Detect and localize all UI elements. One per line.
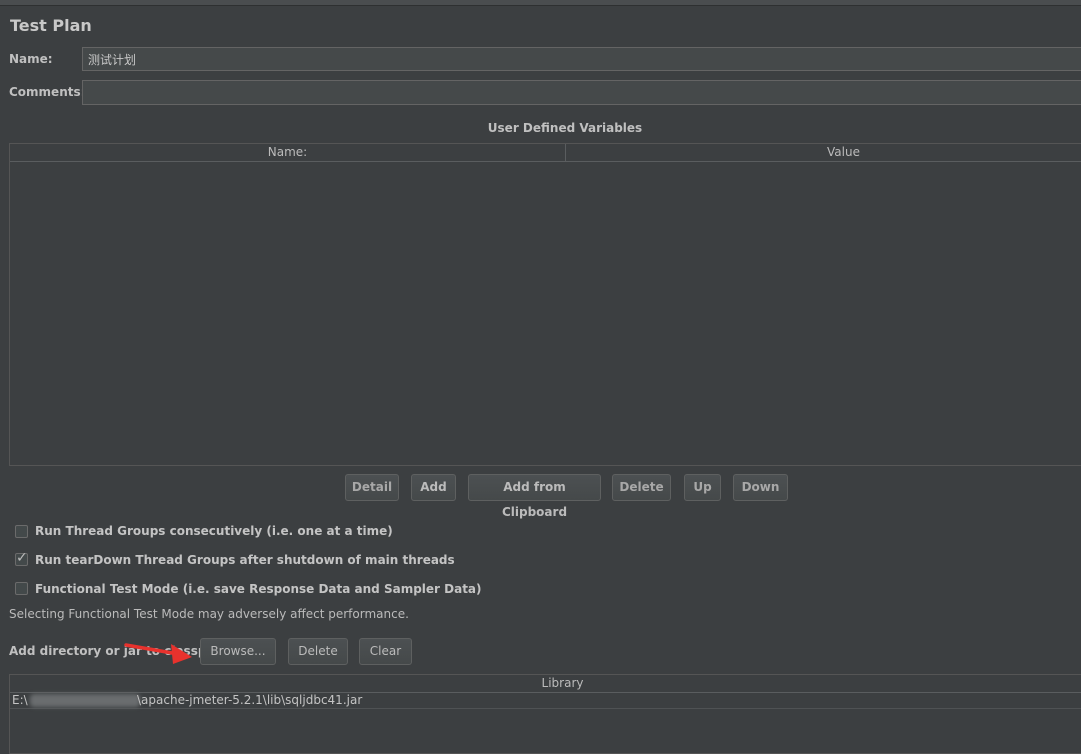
checkmark-icon: ✓: [16, 550, 28, 566]
down-button[interactable]: Down: [733, 474, 788, 501]
name-label: Name:: [9, 52, 53, 66]
add-from-clipboard-button[interactable]: Add from Clipboard: [468, 474, 601, 519]
run-consecutively-checkbox[interactable]: [15, 525, 28, 538]
library-path-suffix: \apache-jmeter-5.2.1\lib\sqljdbc41.jar: [137, 693, 363, 707]
library-column[interactable]: Library: [10, 675, 1081, 692]
udv-table-header: Name: Value: [10, 144, 1081, 162]
name-field[interactable]: 测试计划: [82, 47, 1081, 71]
comments-label: Comments:: [9, 85, 86, 99]
comments-field[interactable]: [82, 80, 1081, 105]
udv-column-name[interactable]: Name:: [10, 144, 566, 161]
up-button[interactable]: Up: [684, 474, 721, 501]
functional-mode-label: Functional Test Mode (i.e. save Response…: [35, 582, 482, 596]
udv-table[interactable]: Name: Value: [9, 143, 1081, 466]
udv-column-value[interactable]: Value: [566, 144, 1081, 161]
run-teardown-checkbox[interactable]: ✓: [15, 550, 28, 566]
add-button[interactable]: Add: [411, 474, 456, 501]
functional-mode-checkbox[interactable]: [15, 582, 28, 595]
page-title: Test Plan: [10, 16, 92, 35]
detail-button[interactable]: Detail: [345, 474, 399, 501]
library-path-prefix: E:\: [12, 693, 28, 707]
delete-variable-button[interactable]: Delete: [612, 474, 671, 501]
redacted-path-segment: [30, 694, 140, 707]
run-consecutively-label: Run Thread Groups consecutively (i.e. on…: [35, 524, 393, 538]
functional-mode-note: Selecting Functional Test Mode may adver…: [9, 607, 409, 621]
library-table[interactable]: Library E:\ \apache-jmeter-5.2.1\lib\sql…: [9, 674, 1081, 754]
run-teardown-label: Run tearDown Thread Groups after shutdow…: [35, 553, 455, 567]
browse-button[interactable]: Browse...: [200, 638, 276, 665]
delete-library-button[interactable]: Delete: [288, 638, 348, 665]
udv-title: User Defined Variables: [487, 121, 643, 135]
library-table-header: Library: [10, 675, 1081, 693]
library-row[interactable]: E:\ \apache-jmeter-5.2.1\lib\sqljdbc41.j…: [10, 692, 1081, 709]
clear-button[interactable]: Clear: [359, 638, 412, 665]
top-border: [0, 0, 1081, 6]
arrow-annotation-icon: [124, 643, 192, 664]
